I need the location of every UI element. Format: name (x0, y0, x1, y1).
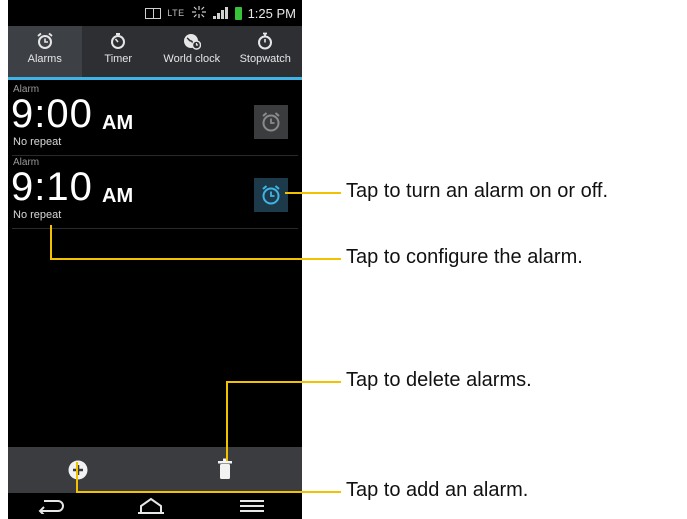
callout-line-add (76, 491, 341, 493)
status-bar: LTE 1:25 PM (8, 0, 302, 26)
network-type: LTE (167, 8, 185, 18)
status-time: 1:25 PM (247, 5, 296, 21)
callout-line-toggle (285, 192, 341, 194)
list-divider (12, 155, 298, 156)
tab-alarms[interactable]: Alarms (8, 26, 82, 77)
alarm-clock-icon (262, 112, 280, 132)
bottom-action-bar (8, 447, 302, 493)
tab-label: Alarms (27, 53, 62, 65)
menu-button[interactable] (240, 499, 264, 518)
plus-circle-icon (68, 460, 88, 480)
home-icon (138, 497, 164, 514)
alarm-item[interactable]: Alarm 9:00 AM No repeat (8, 84, 302, 156)
delete-alarms-button[interactable] (218, 458, 232, 485)
signal-strength-icon (212, 7, 229, 19)
tab-label: Timer (104, 53, 133, 65)
annotation-delete: Tap to delete alarms. (346, 369, 532, 391)
callout-line-add (76, 462, 78, 492)
tab-stopwatch[interactable]: Stopwatch (229, 26, 303, 77)
sim-card-icon (145, 7, 162, 19)
globe-clock-icon (183, 34, 201, 50)
trash-icon (218, 458, 232, 479)
menu-icon (240, 500, 264, 512)
alarm-time: 9:00 (11, 92, 93, 136)
annotation-add: Tap to add an alarm. (346, 479, 529, 501)
alarm-repeat: No repeat (13, 209, 62, 221)
tab-timer[interactable]: Timer (82, 26, 156, 77)
annotation-toggle: Tap to turn an alarm on or off. (346, 180, 609, 202)
alarm-toggle-button[interactable] (254, 105, 288, 139)
list-divider (12, 228, 298, 229)
alarm-ampm: AM (102, 112, 134, 134)
callout-line-configure (50, 225, 52, 259)
timer-icon (111, 33, 126, 49)
alarm-repeat: No repeat (13, 136, 62, 148)
tab-label: Stopwatch (239, 53, 291, 65)
callout-line-delete (226, 381, 228, 461)
stopwatch-icon (258, 32, 273, 50)
callout-line-configure (50, 258, 341, 260)
navigation-bar (8, 493, 302, 519)
home-button[interactable] (136, 497, 166, 519)
alarm-time: 9:10 (11, 165, 93, 209)
alarm-clock-icon (262, 185, 280, 205)
back-icon (38, 500, 64, 516)
callout-line-delete (226, 381, 341, 383)
annotation-configure: Tap to configure the alarm. (346, 246, 583, 268)
tab-world-clock[interactable]: World clock (155, 26, 229, 77)
back-button[interactable] (36, 498, 66, 519)
alarm-ampm: AM (102, 185, 134, 207)
add-alarm-button[interactable] (68, 460, 88, 485)
alarm-toggle-button[interactable] (254, 178, 288, 212)
alarm-clock-icon (37, 32, 53, 49)
data-activity-icon (191, 5, 207, 21)
tab-label: World clock (163, 53, 221, 65)
battery-icon (234, 6, 242, 20)
tab-bar: Alarms Timer World clock Stopwatch (8, 26, 302, 80)
alarm-item[interactable]: Alarm 9:10 AM No repeat (8, 157, 302, 229)
